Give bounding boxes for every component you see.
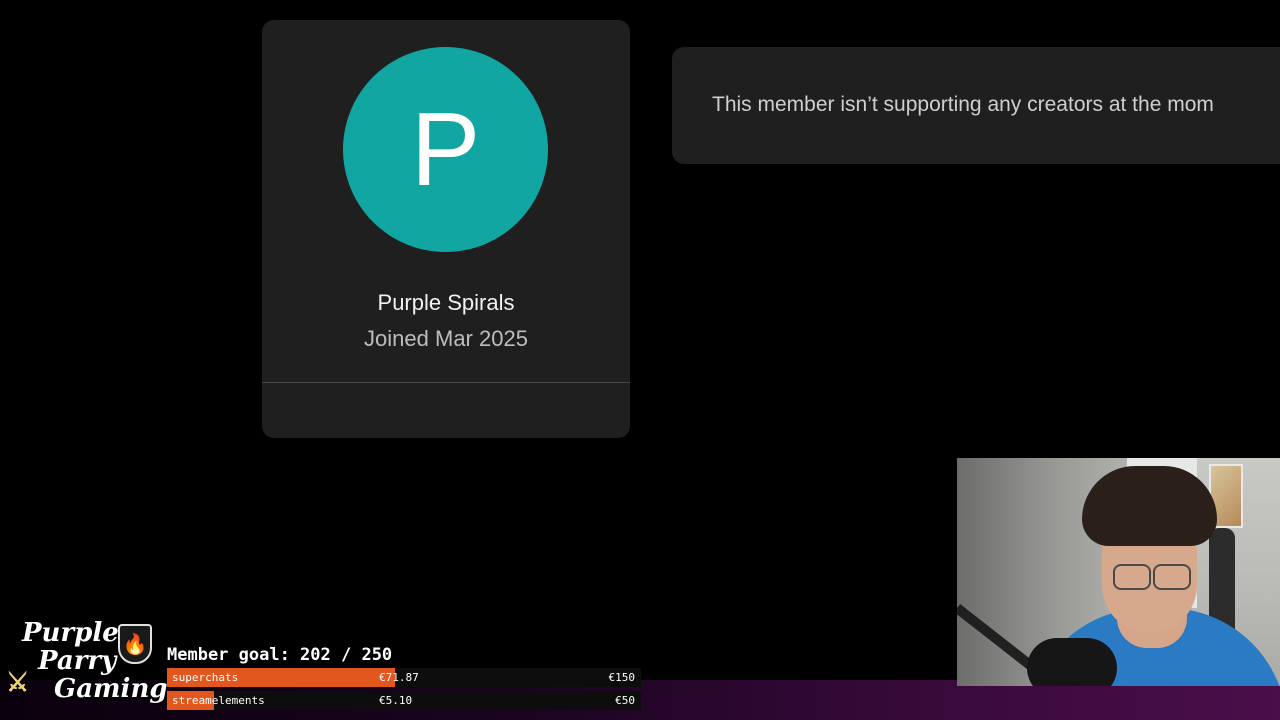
crossed-swords-icon: ⚔ <box>6 668 30 698</box>
goal-bar-current: €5.10 <box>379 694 413 707</box>
goal-bar-label: streamelements <box>172 694 265 707</box>
webcam-glasses-left <box>1113 564 1151 590</box>
supporting-info-panel: This member isn’t supporting any creator… <box>672 47 1280 164</box>
webcam-glasses-right <box>1153 564 1191 590</box>
webcam-overlay <box>957 458 1280 686</box>
channel-logo: Purple Parry Gaming 🔥 ⚔ <box>6 618 168 714</box>
webcam-person-hair <box>1082 466 1217 546</box>
goal-bar-target: €50 <box>615 694 635 707</box>
stream-frame: P Purple Spirals Joined Mar 2025 This me… <box>0 0 1280 720</box>
member-goal-title: Member goal: 202 / 250 <box>167 645 393 665</box>
shield-flame-icon: 🔥 <box>118 624 152 664</box>
superchats-goal-bar: superchats €71.87 €150 <box>167 668 641 687</box>
member-joined-date: Joined Mar 2025 <box>364 326 528 351</box>
card-divider <box>262 382 630 383</box>
member-avatar: P <box>343 47 548 252</box>
webcam-microphone <box>1027 638 1117 686</box>
logo-line-2: Parry <box>38 646 117 676</box>
goal-bar-current: €71.87 <box>379 671 419 684</box>
member-profile-card: P Purple Spirals Joined Mar 2025 <box>262 20 630 438</box>
logo-line-1: Purple <box>22 618 119 648</box>
streamelements-goal-bar: streamelements €5.10 €50 <box>167 691 641 710</box>
member-name[interactable]: Purple Spirals <box>262 290 630 316</box>
logo-line-3: Gaming <box>54 674 168 704</box>
goal-bar-target: €150 <box>608 671 636 684</box>
no-supported-creators-message: This member isn’t supporting any creator… <box>712 93 1214 116</box>
goal-bar-label: superchats <box>172 671 239 684</box>
